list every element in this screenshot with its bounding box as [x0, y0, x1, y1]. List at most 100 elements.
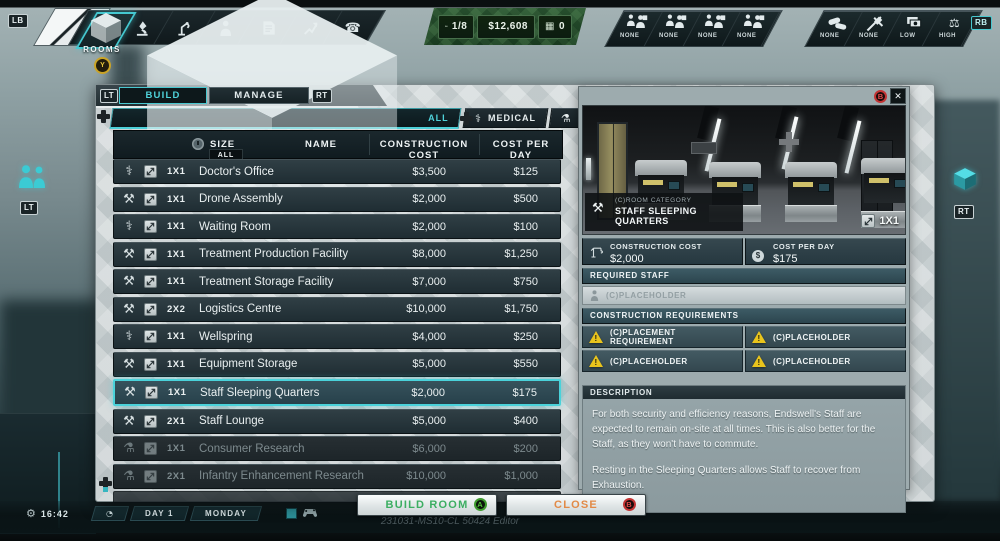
header-name[interactable]: NAME [266, 139, 376, 150]
support-icon: ⚒ [114, 414, 144, 429]
rt-tab-button[interactable]: RT [312, 89, 332, 103]
cost-per-day: $250 [468, 331, 560, 343]
rooms-cube-icon[interactable] [952, 166, 978, 197]
rt-side-button[interactable]: RT [954, 205, 974, 219]
table-row[interactable]: ⚒ 2X2 Logistics Centre $10,000 $1,750 [113, 297, 561, 322]
room-size: 1X1 [163, 276, 196, 287]
room-title-overlay: ⚒ (C)ROOM CATEGORY STAFF SLEEPING QUARTE… [585, 193, 743, 231]
header-cost-per-day[interactable]: COST PER DAY [482, 139, 560, 161]
resource-counter: ▦ 0 [538, 15, 572, 39]
construction-cost: $6,000 [364, 443, 468, 455]
lt-tab-button[interactable]: LT [100, 89, 118, 103]
warning-icon: ! [752, 355, 767, 368]
staff-count-icon [445, 25, 448, 27]
expand-icon [861, 214, 875, 228]
dpad-bottom-icon[interactable] [99, 477, 112, 490]
table-row[interactable]: ⚒ 1X1 Treatment Storage Facility $7,000 … [113, 269, 561, 294]
cost-per-day: $175 [467, 387, 559, 399]
expand-icon [144, 303, 157, 316]
table-row[interactable]: ⚒ 1X1 Treatment Production Facility $8,0… [113, 242, 561, 267]
room-size: 1X1 [163, 166, 196, 177]
tab-manage[interactable]: MANAGE [209, 87, 309, 104]
table-row[interactable]: ⚕ 1X1 Waiting Room $2,000 $100 [113, 214, 561, 239]
a-key-hint: A [474, 498, 487, 511]
lt-side-button[interactable]: LT [20, 201, 38, 215]
category-tab-medical[interactable]: ⚕ MEDICAL [462, 108, 548, 128]
cost-per-day: $125 [468, 166, 560, 178]
construction-requirements-header: CONSTRUCTION REQUIREMENTS [582, 308, 906, 324]
construction-requirement: ! (C)PLACEHOLDER [582, 350, 743, 372]
construction-cost: $2,000 [364, 221, 468, 233]
pills-icon [826, 14, 847, 32]
required-staff-placeholder: (C)PLACEHOLDER [582, 286, 906, 305]
staff-status-group: NONE NONE NONE NONE [604, 10, 783, 47]
close-button[interactable]: CLOSE B [506, 494, 646, 516]
room-preview-image: ⚒ (C)ROOM CATEGORY STAFF SLEEPING QUARTE… [582, 105, 906, 235]
weekday-label: MONDAY [190, 506, 262, 521]
table-row[interactable]: ⚗ 2X1 Infantry Enhancement Research $10,… [113, 464, 561, 489]
resource-value: 1/8 [452, 21, 467, 32]
expand-icon [144, 220, 157, 233]
room-size: 1X1 [163, 359, 196, 370]
warning-icon: ! [589, 355, 604, 368]
medical-icon: ⚕ [114, 329, 144, 344]
cross-decal [779, 132, 799, 152]
room-name: Staff Sleeping Quarters [197, 387, 363, 399]
medical-icon: ⚕ [114, 164, 144, 179]
rb-button[interactable]: RB [971, 16, 992, 30]
table-row[interactable]: ⚒ 1X1 Equipment Storage $5,000 $550 [113, 352, 561, 377]
expand-icon [144, 248, 157, 261]
crane-icon [589, 245, 603, 263]
category-tab-all[interactable]: ALL [110, 108, 461, 129]
table-row[interactable]: ⚒ 2X1 Staff Lounge $5,000 $400 [113, 409, 561, 434]
clock-hand-icon: ◔ [106, 509, 114, 518]
resource-value: 0 [559, 21, 565, 32]
support-icon: ⚒ [114, 302, 144, 317]
staff-icon[interactable] [16, 164, 48, 193]
construction-cost-label: CONSTRUCTION COST [610, 242, 736, 251]
room-name: Wellspring [196, 331, 364, 343]
cost-per-day: $1,000 [468, 470, 560, 482]
coin-icon: $ [752, 245, 764, 263]
money-stack-icon [905, 14, 925, 32]
room-name: Consumer Research [196, 443, 364, 455]
cost-per-day: $1,250 [468, 248, 560, 260]
required-staff-header: REQUIRED STAFF [582, 268, 906, 284]
lb-button[interactable]: LB [8, 14, 28, 28]
table-row[interactable]: ⚒ 1X1 Staff Sleeping Quarters $2,000 $17… [113, 379, 561, 406]
dpad-left-icon[interactable] [97, 110, 110, 123]
header-construction-cost[interactable]: CONSTRUCTION COST [372, 139, 476, 161]
construction-cost: $7,000 [364, 276, 468, 288]
gear-icon[interactable]: ⚙ [26, 507, 36, 520]
lab-icon: ⚗ [114, 441, 144, 456]
status-value: NONE [659, 33, 678, 39]
clock-icon [192, 138, 204, 150]
tab-build[interactable]: BUILD [119, 87, 207, 104]
table-row[interactable]: ⚒ 1X1 Drone Assembly $2,000 $500 [113, 187, 561, 212]
status-value: NONE [620, 33, 639, 39]
room-size: 1X1 [163, 249, 196, 260]
cost-per-day: $550 [468, 358, 560, 370]
lab-icon: ⚗ [561, 112, 572, 125]
day-counter: DAY 1 [130, 506, 189, 521]
room-size: 1X1 [163, 443, 196, 454]
support-icon: ⚒ [115, 385, 145, 400]
b-key-hint: B [874, 90, 887, 103]
construction-cost: $2,000 [363, 387, 467, 399]
y-key-hint: Y [94, 57, 111, 74]
expand-icon [144, 415, 157, 428]
room-detail-panel: B ✕ ⚒ (C)ROOM CATEGORY STAFF SLEEPING QU… [578, 86, 910, 490]
status-value: NONE [820, 33, 839, 39]
support-icon: ⚒ [114, 192, 144, 207]
cost-per-day: $500 [468, 193, 560, 205]
close-icon[interactable]: ✕ [890, 88, 906, 104]
room-name: Drone Assembly [196, 193, 364, 205]
construction-cost: $10,000 [364, 470, 468, 482]
table-row[interactable]: ⚕ 1X1 Wellspring $4,000 $250 [113, 324, 561, 349]
room-category-label: (C)ROOM CATEGORY [615, 197, 737, 204]
table-row[interactable]: ⚗ 1X1 Consumer Research $6,000 $200 [113, 436, 561, 461]
table-row[interactable]: ⚕ 1X1 Doctor's Office $3,500 $125 [113, 159, 561, 184]
dpad-right-icon[interactable] [460, 112, 473, 125]
cost-per-day: $200 [468, 443, 560, 455]
build-room-button[interactable]: BUILD ROOM A [357, 494, 497, 516]
